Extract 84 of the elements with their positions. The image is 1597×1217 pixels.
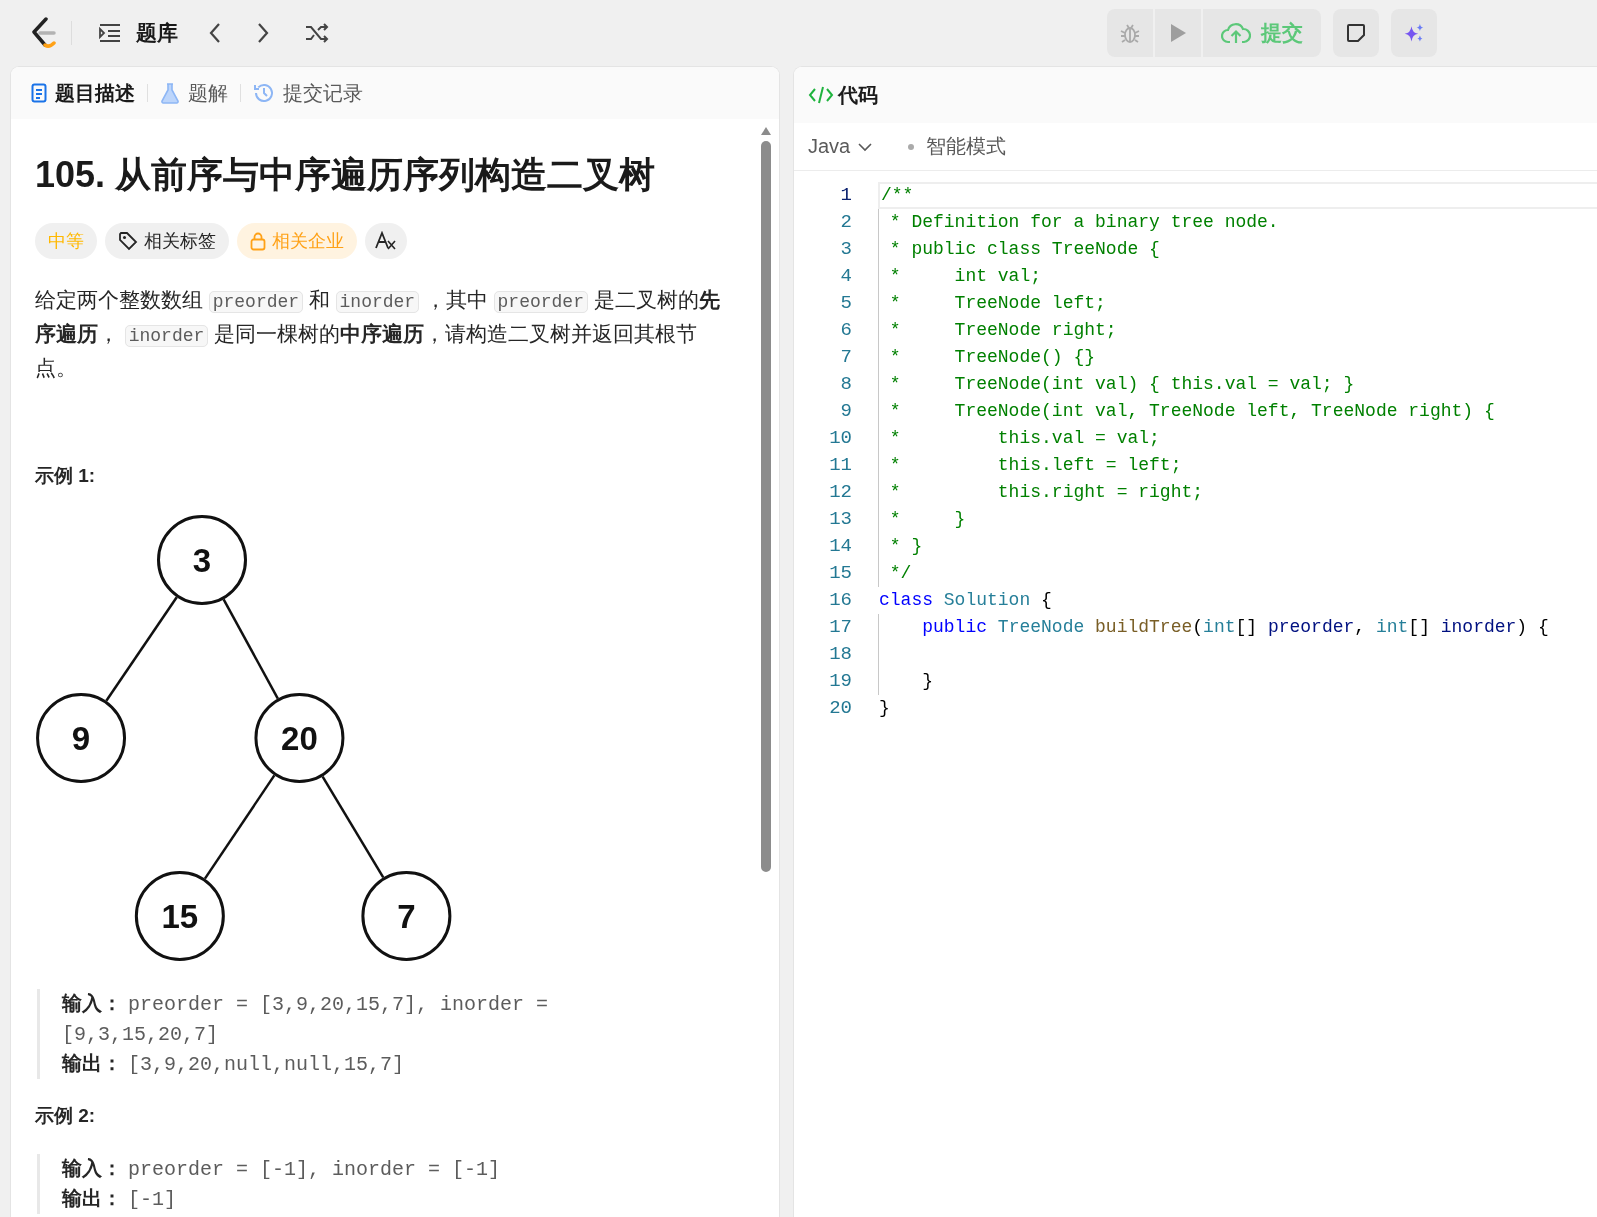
play-icon (1168, 22, 1188, 44)
line-number: 18 (828, 642, 852, 667)
mode-label[interactable]: 智能模式 (926, 133, 1007, 160)
shuffle-icon[interactable] (304, 22, 330, 44)
code-line: * public class TreeNode { (888, 239, 1160, 259)
chevron-right-icon[interactable] (256, 22, 270, 44)
code-line: * TreeNode left; (888, 293, 1106, 313)
tree-node: 3 (157, 515, 247, 605)
tree-node: 20 (254, 693, 345, 783)
scroll-up-arrow-icon[interactable] (761, 127, 771, 135)
tab[interactable]: 提交记录 (253, 79, 363, 107)
ai-assistant-button[interactable] (1391, 9, 1437, 57)
tree-node: 9 (36, 693, 127, 783)
line-number: 4 (839, 264, 852, 289)
bullet-icon (908, 143, 915, 150)
code-line: * this.left = left; (888, 455, 1182, 475)
line-number: 9 (839, 399, 852, 424)
tag-icon (118, 231, 138, 251)
chevron-left-icon[interactable] (208, 22, 222, 44)
problem-title: 105. 从前序与中序遍历序列构造二叉树 (35, 153, 657, 197)
code-line: } (879, 698, 890, 718)
code-line: * } (888, 536, 923, 556)
line-number: 15 (828, 561, 852, 586)
document-icon (31, 83, 47, 103)
language-dropdown[interactable]: Java (808, 135, 873, 158)
code-line: * this.val = val; (888, 428, 1160, 448)
code-line: /** (881, 185, 914, 205)
line-number: 6 (839, 318, 852, 343)
tree-node: 15 (134, 871, 225, 961)
line-number: 8 (839, 372, 852, 397)
lock-icon (250, 231, 266, 251)
problem-description: 给定两个整数数组 preorder 和 inorder ，其中 preorder 是二叉树的先序遍历， inorder 是同一棵树的中序遍历，请构造二叉树并返回其根节点。 (35, 287, 721, 381)
tree-node: 7 (361, 871, 452, 961)
note-button[interactable] (1333, 9, 1379, 57)
history-icon (253, 82, 275, 104)
flask-icon (160, 82, 180, 104)
translate-icon (375, 231, 397, 251)
line-number: 16 (828, 588, 852, 613)
code-line: * this.right = right; (888, 482, 1204, 502)
line-number: 17 (828, 615, 852, 640)
example-heading: 示例 1: (35, 464, 97, 488)
logo-icon[interactable] (29, 17, 57, 49)
code-icon (808, 85, 834, 105)
example-heading: 示例 2: (35, 1104, 97, 1128)
line-number: 19 (828, 669, 852, 694)
code-line: } (921, 671, 933, 691)
line-number: 20 (828, 696, 852, 721)
translate-button[interactable] (365, 223, 407, 259)
line-number: 7 (839, 345, 852, 370)
panel-title: 代码 (838, 82, 878, 108)
code-line: * TreeNode right; (888, 320, 1117, 340)
line-number: 1 (839, 183, 852, 208)
nav-link[interactable]: 题库 (136, 19, 178, 47)
line-number: 5 (839, 291, 852, 316)
caret-icon (858, 141, 873, 152)
example-text: 输入： preorder = [3,9,20,15,7], inorder = [9,3,15,20,7] (62, 991, 550, 1048)
line-number: 10 (828, 426, 852, 451)
example-text: 输出： [-1] (62, 1186, 177, 1213)
example-text: 输入： preorder = [-1], inorder = [-1] (62, 1156, 502, 1183)
line-number: 11 (828, 453, 852, 478)
line-number: 12 (828, 480, 852, 505)
note-icon (1345, 22, 1367, 44)
difficulty-badge: 中等 (35, 223, 97, 259)
code-line: * } (888, 509, 966, 529)
code-line: * Definition for a binary tree node. (888, 212, 1279, 232)
code-line: public TreeNode buildTree(int[] preorder, int[] inorder) { (921, 617, 1549, 637)
line-number: 13 (828, 507, 852, 532)
list-icon[interactable] (98, 23, 122, 43)
scrollbar-thumb[interactable] (761, 141, 771, 872)
code-line: * TreeNode(int val) { this.val = val; } (888, 374, 1355, 394)
cloud-upload-icon (1221, 21, 1251, 45)
code-line: * int val; (888, 266, 1042, 286)
line-number: 2 (839, 210, 852, 235)
tab[interactable]: 题目描述 (31, 79, 135, 107)
tab[interactable]: 题解 (160, 79, 228, 107)
line-number: 3 (839, 237, 852, 262)
line-number: 14 (828, 534, 852, 559)
code-line: * TreeNode(int val, TreeNode left, TreeNode right) { (888, 401, 1495, 421)
bug-icon (1119, 22, 1141, 44)
topic-tags-button[interactable]: 相关标签 (105, 223, 229, 259)
code-line: class Solution { (879, 590, 1052, 610)
code-line: * TreeNode() {} (888, 347, 1096, 367)
example-text: 输出： [3,9,20,null,null,15,7] (62, 1051, 406, 1078)
code-line: */ (888, 563, 912, 583)
